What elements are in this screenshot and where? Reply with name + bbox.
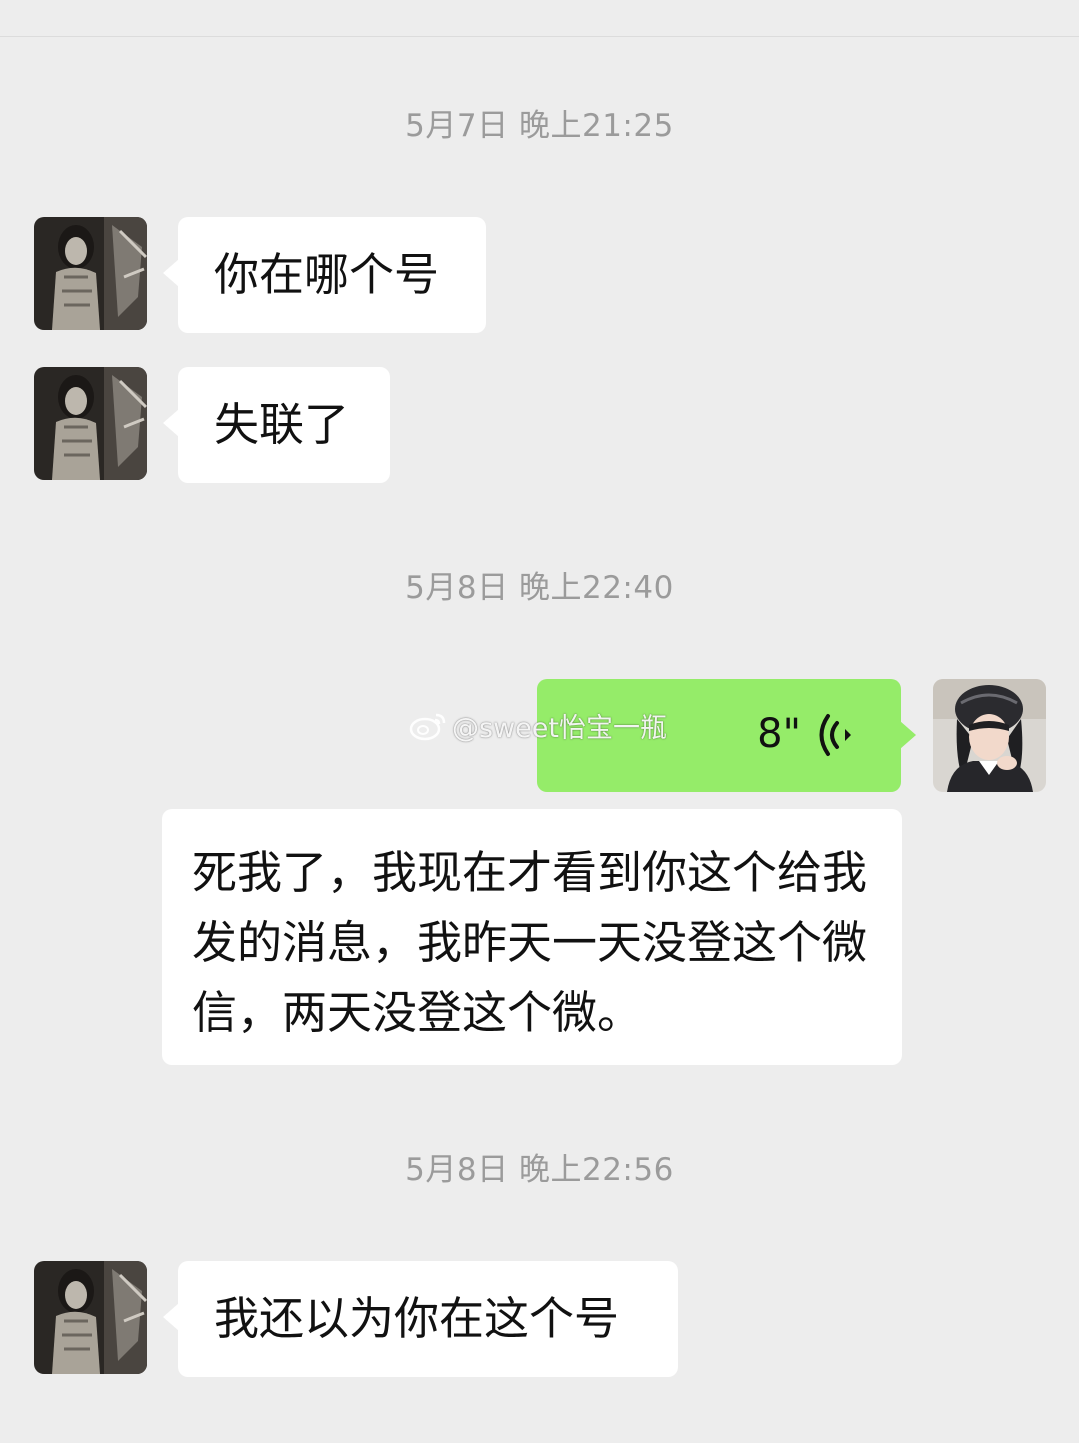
watermark: @sweet怡宝一瓶	[408, 705, 667, 745]
contact-avatar[interactable]	[34, 217, 147, 330]
watermark-text: @sweet怡宝一瓶	[452, 712, 667, 744]
weibo-icon	[409, 713, 446, 741]
my-avatar-image	[933, 679, 1046, 792]
contact-avatar[interactable]	[34, 1261, 147, 1374]
message-text: 我还以为你在这个号	[214, 1292, 620, 1345]
timestamp: 5月8日 晚上22:56	[405, 1152, 674, 1188]
message-text: 失联了	[214, 398, 350, 451]
top-divider	[0, 36, 1079, 37]
contact-avatar-image	[34, 367, 147, 480]
message-bubble[interactable]: 失联了	[163, 367, 390, 483]
contact-avatar-image	[34, 217, 147, 330]
contact-avatar-image	[34, 1261, 147, 1374]
message-bubble[interactable]: 我还以为你在这个号	[163, 1261, 678, 1377]
voice-wave-icon	[819, 714, 851, 756]
timestamp: 5月7日 晚上21:25	[405, 108, 674, 144]
message-text: 死我了，我现在才看到你这个给我发的消息，我昨天一天没登这个微信，两天没登这个微。	[192, 846, 868, 1039]
contact-avatar[interactable]	[34, 367, 147, 480]
message-bubble[interactable]: 死我了，我现在才看到你这个给我发的消息，我昨天一天没登这个微信，两天没登这个微。	[162, 809, 902, 1065]
voice-duration: 8"	[757, 711, 801, 757]
message-text: 你在哪个号	[214, 248, 440, 301]
timestamp: 5月8日 晚上22:40	[405, 570, 674, 606]
my-avatar[interactable]	[933, 679, 1046, 792]
message-bubble[interactable]: 你在哪个号	[163, 217, 486, 333]
